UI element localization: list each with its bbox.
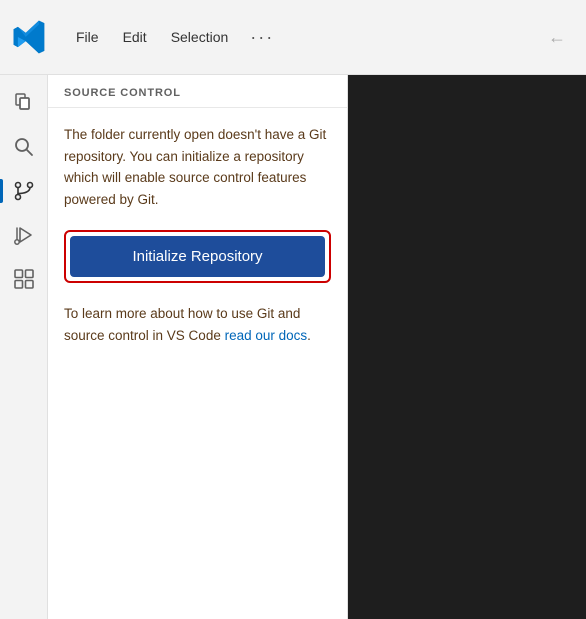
learn-more-text: To learn more about how to use Git and s… <box>64 303 331 346</box>
sidebar: SOURCE CONTROL The folder currently open… <box>48 75 348 619</box>
main-layout: SOURCE CONTROL The folder currently open… <box>0 75 586 619</box>
edit-menu[interactable]: Edit <box>113 25 157 49</box>
activity-item-source-control[interactable] <box>4 171 44 211</box>
learn-text-after: . <box>307 328 311 343</box>
activity-item-run[interactable] <box>4 215 44 255</box>
selection-menu[interactable]: Selection <box>161 25 239 49</box>
sidebar-content: The folder currently open doesn't have a… <box>48 108 347 619</box>
activity-item-search[interactable] <box>4 127 44 167</box>
info-message: The folder currently open doesn't have a… <box>64 124 331 210</box>
init-button-wrapper: Initialize Repository <box>64 230 331 283</box>
activity-item-explorer[interactable] <box>4 83 44 123</box>
titlebar: File Edit Selection ··· ← <box>0 0 586 75</box>
file-menu[interactable]: File <box>66 25 109 49</box>
activity-bar <box>0 75 48 619</box>
read-docs-link[interactable]: read our docs <box>225 328 308 343</box>
more-menu[interactable]: ··· <box>242 23 282 52</box>
initialize-repository-button[interactable]: Initialize Repository <box>70 236 325 277</box>
vscode-logo <box>12 19 48 55</box>
sidebar-header: SOURCE CONTROL <box>48 75 347 108</box>
activity-item-extensions[interactable] <box>4 259 44 299</box>
editor-area <box>348 75 586 619</box>
menu-bar: File Edit Selection ··· <box>66 23 282 52</box>
back-button[interactable]: ← <box>540 23 574 52</box>
